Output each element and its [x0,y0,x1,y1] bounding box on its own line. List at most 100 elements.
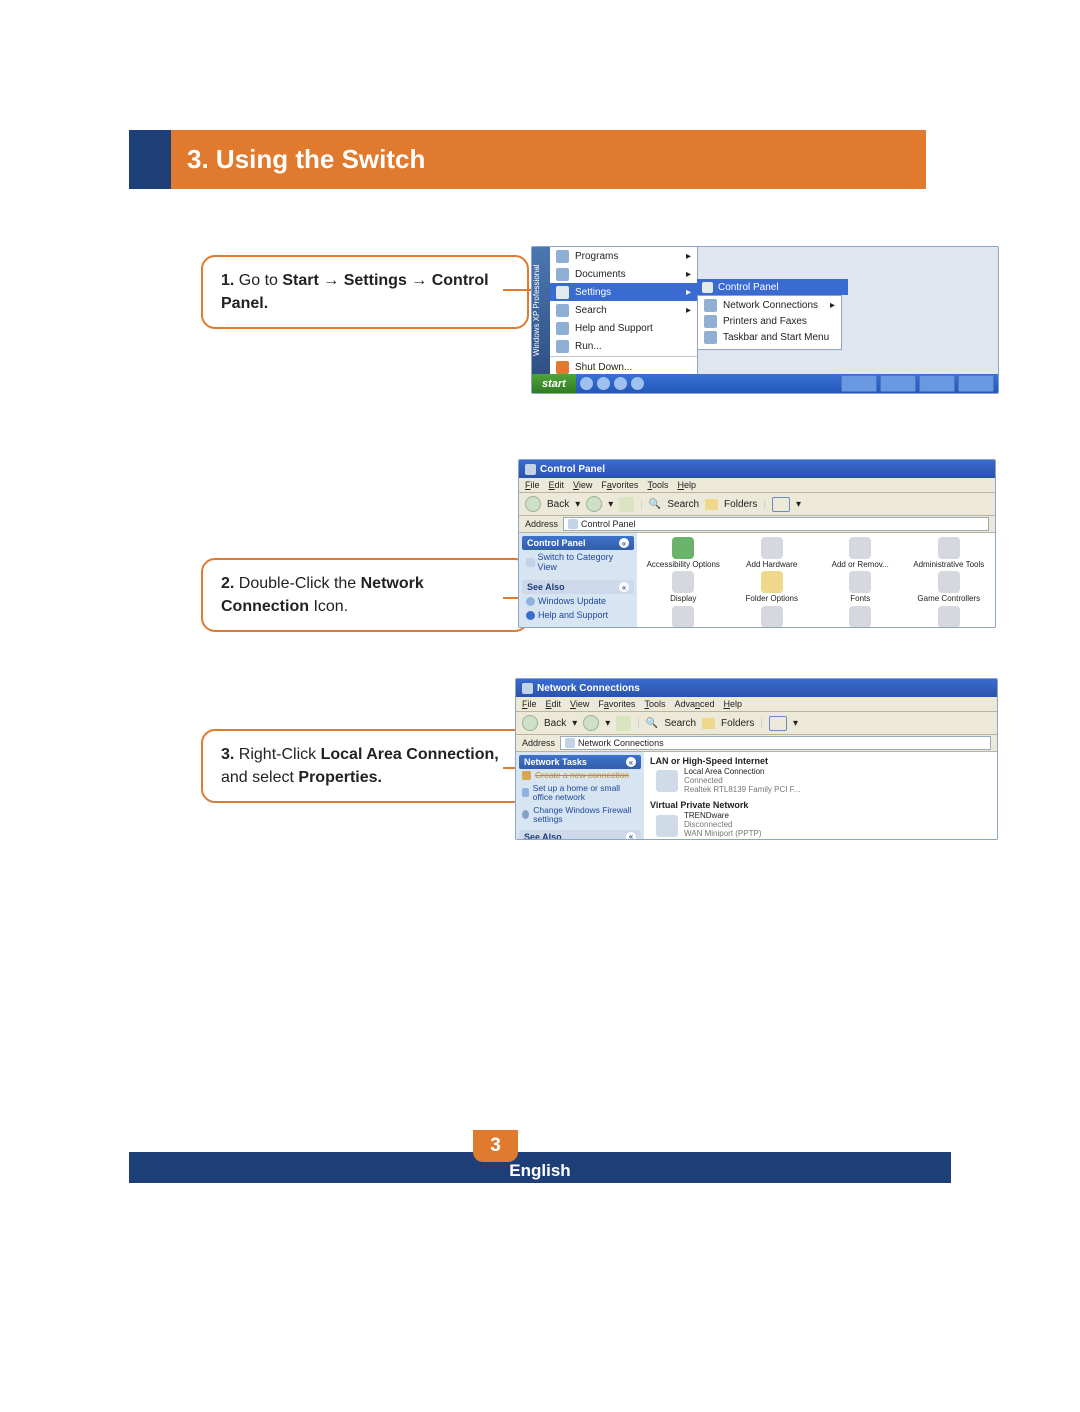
power-options-icon [938,606,960,628]
submenu-network-connections[interactable]: Network Connections▸ [698,297,841,313]
lan-icon [656,770,678,792]
menu-item-help[interactable]: Help and Support [550,319,697,337]
taskbar-button[interactable] [841,375,877,392]
up-icon[interactable] [616,716,631,731]
submenu-control-panel[interactable]: Control Panel [697,279,848,295]
cp-title-icon [525,464,536,475]
quicklaunch-icon[interactable] [597,377,610,390]
forward-icon[interactable] [586,496,602,512]
menu-item-settings[interactable]: Settings▸ [550,283,697,301]
screenshot-start-menu: Windows XP Professional Programs▸ Docume… [531,246,999,394]
search-icon [556,304,569,317]
menu-help[interactable]: Help [724,699,743,709]
menu-favorites[interactable]: Favorites [598,699,635,709]
taskbar: start [532,374,998,393]
menu-favorites[interactable]: Favorites [601,480,638,490]
cp-network-connections[interactable]: Network Connections [728,604,817,628]
menu-item-programs[interactable]: Programs▸ [550,247,697,265]
printers-icon [704,315,717,328]
menu-help[interactable]: Help [677,480,696,490]
category-vpn: Virtual Private Network [650,800,991,810]
menu-view[interactable]: View [570,699,589,709]
network-icon [704,299,717,312]
menu-item-run[interactable]: Run... [550,337,697,355]
cp-admin-tools[interactable]: Administrative Tools [905,535,994,569]
start-button[interactable]: start [532,374,576,393]
menu-view[interactable]: View [573,480,592,490]
cp-game-controllers[interactable]: Game Controllers [905,569,994,603]
cp-phone-modem[interactable]: Phone and Modem ... [816,604,905,628]
cp-power-options[interactable]: Power Options [905,604,994,628]
menu-tools[interactable]: Tools [644,699,665,709]
cp-add-remove[interactable]: Add or Remov... [816,535,905,569]
views-button[interactable] [772,497,790,512]
address-value[interactable]: Network Connections [578,738,664,748]
cp-folder-options[interactable]: Folder Options [728,569,817,603]
search-button[interactable]: Search [664,718,696,729]
back-button[interactable]: Back [547,499,569,510]
quicklaunch-icon[interactable] [580,377,593,390]
shutdown-icon [556,361,569,374]
folders-icon [702,718,715,729]
taskbar-button[interactable] [919,375,955,392]
cp-accessibility[interactable]: Accessibility Options [639,535,728,569]
quicklaunch-icon[interactable] [631,377,644,390]
cp-display[interactable]: Display [639,569,728,603]
vpn-connection[interactable]: TRENDwareDisconnectedWAN Miniport (PPTP) [656,812,991,838]
quicklaunch-icon[interactable] [614,377,627,390]
taskbar-button[interactable] [880,375,916,392]
pane-link-create-connection[interactable]: Create a new connection [519,769,641,782]
step-3-callout: 3. Right-Click Local Area Connection, an… [201,729,529,803]
cp-mouse[interactable]: Mouse [639,604,728,628]
switch-icon [526,558,535,567]
address-value[interactable]: Control Panel [581,519,636,529]
category-lan: LAN or High-Speed Internet [650,756,991,766]
folders-button[interactable]: Folders [721,718,754,729]
pane-see-also: See Also« [519,830,641,840]
create-conn-icon [522,771,531,780]
menubar: File Edit View Favorites Tools Advanced … [516,697,997,712]
pane-link-help-support[interactable]: Help and Support [522,608,634,622]
fonts-icon [849,571,871,593]
mouse-icon [672,606,694,628]
cp-fonts[interactable]: Fonts [816,569,905,603]
up-icon[interactable] [619,497,634,512]
menu-item-documents[interactable]: Documents▸ [550,265,697,283]
forward-icon[interactable] [583,715,599,731]
programs-icon [556,250,569,263]
back-button[interactable]: Back [544,718,566,729]
page-number-badge: 3 [473,1130,518,1162]
pane-link-windows-update[interactable]: Windows Update [522,594,634,608]
menu-item-search[interactable]: Search▸ [550,301,697,319]
folders-icon [705,499,718,510]
pane-link-switch-view[interactable]: Switch to Category View [522,550,634,574]
cp-add-hardware[interactable]: Add Hardware [728,535,817,569]
back-icon[interactable] [522,715,538,731]
menu-edit[interactable]: Edit [549,480,565,490]
taskbar-button[interactable] [958,375,994,392]
run-icon [556,340,569,353]
menu-tools[interactable]: Tools [647,480,668,490]
submenu-printers[interactable]: Printers and Faxes [698,313,841,329]
back-icon[interactable] [525,496,541,512]
views-button[interactable] [769,716,787,731]
submenu-taskbar[interactable]: Taskbar and Start Menu [698,329,841,345]
pane-link-setup-network[interactable]: Set up a home or small office network [519,782,641,804]
addr-icon [568,519,578,529]
accessibility-icon [672,537,694,559]
screenshot-control-panel: Control Panel File Edit View Favorites T… [518,459,996,628]
window-titlebar: Network Connections [516,679,997,697]
menu-advanced[interactable]: Advanced [674,699,714,709]
add-remove-icon [849,537,871,559]
local-area-connection[interactable]: Local Area ConnectionConnectedRealtek RT… [656,768,991,794]
menu-file[interactable]: File [522,699,537,709]
game-controllers-icon [938,571,960,593]
step-1-callout: 1. Go to Start → Settings → Control Pane… [201,255,529,329]
menu-file[interactable]: File [525,480,540,490]
search-button[interactable]: Search [667,499,699,510]
pane-link-firewall[interactable]: Change Windows Firewall settings [519,804,641,826]
settings-submenu: Network Connections▸ Printers and Faxes … [697,295,842,350]
menu-edit[interactable]: Edit [546,699,562,709]
folders-button[interactable]: Folders [724,499,757,510]
nc-title-icon [522,683,533,694]
